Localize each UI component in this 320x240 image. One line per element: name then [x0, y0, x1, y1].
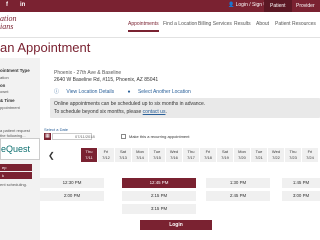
- pin-icon: ●: [127, 89, 131, 95]
- page-title: an Appointment: [0, 40, 91, 55]
- location-name: Phoenix - 27th Ave & Baseline: [54, 70, 122, 76]
- day-date: 7/13: [119, 155, 127, 160]
- day-tab[interactable]: Sat 7/19: [217, 148, 233, 162]
- day-date: 7/14: [136, 155, 144, 160]
- sidebar: ointment Type ation on ownt & Time ppoin…: [0, 58, 40, 240]
- day-date: 7/12: [102, 155, 110, 160]
- day-tab[interactable]: Fri 7/12: [98, 148, 114, 162]
- sidebar-button-2[interactable]: k: [0, 172, 32, 179]
- nav-patient-resources[interactable]: Patient Resources: [275, 21, 316, 27]
- day-tab[interactable]: Thu 7/11: [81, 148, 97, 162]
- info-icon: ⓘ: [54, 89, 60, 95]
- main-nav-bar: ation ians Appointments Find a Location …: [0, 12, 320, 38]
- time-slot[interactable]: 2:00 PM: [40, 191, 104, 201]
- sidebar-date-time-label: & Time: [0, 98, 15, 103]
- select-date-label: Select a Date: [44, 127, 69, 132]
- sidebar-button-1[interactable]: ep: [0, 164, 32, 171]
- day-date: 7/24: [306, 155, 314, 160]
- day-date: 7/17: [187, 155, 195, 160]
- time-slot[interactable]: 12:45 PM: [122, 178, 196, 188]
- day-date: 7/19: [221, 155, 229, 160]
- select-another-location-label: Select Another Location: [137, 89, 191, 95]
- time-slot[interactable]: 1:30 PM: [206, 178, 270, 188]
- day-date: 7/23: [289, 155, 297, 160]
- select-another-location-link[interactable]: ● Select Another Location: [128, 89, 197, 95]
- location-address: 2640 W Baseline Rd, #115, Phoenix, AZ 85…: [54, 77, 159, 83]
- recurring-label: Make this a recurring appointment: [129, 134, 190, 139]
- scheduling-notice: Online appointments can be scheduled up …: [50, 98, 320, 118]
- nav-about[interactable]: About: [256, 21, 269, 27]
- linkedin-icon[interactable]: in: [20, 2, 25, 8]
- sidebar-location-value: ownt: [0, 89, 9, 94]
- day-date: 7/20: [238, 155, 246, 160]
- notice-line-2-text: To schedule beyond six months, please: [54, 109, 142, 115]
- day-date: 7/16: [170, 155, 178, 160]
- day-tab[interactable]: Wed 7/22: [268, 148, 284, 162]
- time-slot[interactable]: 2:15 PM: [122, 191, 196, 201]
- day-tab[interactable]: Sat 7/13: [115, 148, 131, 162]
- quest-logo: eQuest: [0, 138, 40, 160]
- time-slot[interactable]: 3:15 PM: [122, 204, 196, 214]
- top-bar: f in 👤 Login / Sign Up Patient Provider: [0, 0, 320, 12]
- day-tab[interactable]: Fri 7/24: [302, 148, 318, 162]
- tab-patient[interactable]: Patient: [264, 0, 292, 12]
- day-tab[interactable]: Wed 7/16: [166, 148, 182, 162]
- sidebar-footer-text: ent scheduling.: [0, 182, 27, 187]
- brand-logo[interactable]: ation ians: [0, 15, 16, 31]
- nav-results[interactable]: Results: [234, 21, 251, 27]
- notice-line-1: Online appointments can be scheduled up …: [54, 101, 206, 107]
- sidebar-location-label: on: [0, 83, 6, 88]
- location-links: ⓘ View Location Details ● Select Another…: [54, 88, 203, 95]
- calendar-icon[interactable]: ▦: [44, 133, 51, 140]
- notice-line-2: To schedule beyond six months, please co…: [54, 109, 167, 115]
- time-slot[interactable]: 1:45 PM: [282, 178, 320, 188]
- time-slot[interactable]: 3:00 PM: [282, 191, 320, 201]
- day-date: 7/11: [85, 155, 93, 160]
- sidebar-appointment-type-value: ation: [0, 75, 9, 80]
- facebook-icon[interactable]: f: [6, 2, 8, 8]
- day-tab[interactable]: Mon 7/14: [132, 148, 148, 162]
- sidebar-date-time-value: ppointment: [0, 105, 20, 110]
- date-field[interactable]: 07/11/2018: [52, 133, 95, 140]
- day-tab[interactable]: Mon 7/20: [234, 148, 250, 162]
- day-tab[interactable]: Thu 7/23: [285, 148, 301, 162]
- nav-billing-services[interactable]: Billing Services: [198, 21, 232, 27]
- recurring-option[interactable]: Make this a recurring appointment: [121, 134, 190, 140]
- location-card: Phoenix - 27th Ave & Baseline 2640 W Bas…: [50, 64, 320, 100]
- logo-line-2: ians: [0, 22, 14, 31]
- chevron-left-icon[interactable]: ❮: [48, 151, 55, 160]
- day-date: 7/15: [153, 155, 161, 160]
- time-slot[interactable]: 2:45 PM: [206, 191, 270, 201]
- sidebar-appointment-type-label: ointment Type: [0, 68, 30, 73]
- day-tab[interactable]: Tue 7/15: [149, 148, 165, 162]
- view-location-details-link[interactable]: ⓘ View Location Details: [54, 89, 120, 95]
- day-date: 7/18: [204, 155, 212, 160]
- recurring-checkbox[interactable]: [121, 134, 126, 140]
- tab-provider[interactable]: Provider: [290, 0, 320, 12]
- nav-find-location[interactable]: Find a Location: [163, 21, 197, 27]
- day-date: 7/22: [272, 155, 280, 160]
- notice-period: .: [165, 109, 167, 115]
- time-slot[interactable]: 12:30 PM: [40, 178, 104, 188]
- day-date: 7/21: [255, 155, 263, 160]
- nav-appointments[interactable]: Appointments: [128, 21, 159, 32]
- contact-us-link[interactable]: contact us: [143, 109, 166, 115]
- view-location-details-label: View Location Details: [66, 89, 115, 95]
- login-button[interactable]: Login: [140, 220, 212, 230]
- day-tab[interactable]: Thu 7/17: [183, 148, 199, 162]
- day-tab[interactable]: Fri 7/18: [200, 148, 216, 162]
- day-tab[interactable]: Tue 7/21: [251, 148, 267, 162]
- day-selector: Thu 7/11 Fri 7/12 Sat 7/13 Mon 7/14 Tue 7/15 Wed 7/…: [81, 148, 320, 162]
